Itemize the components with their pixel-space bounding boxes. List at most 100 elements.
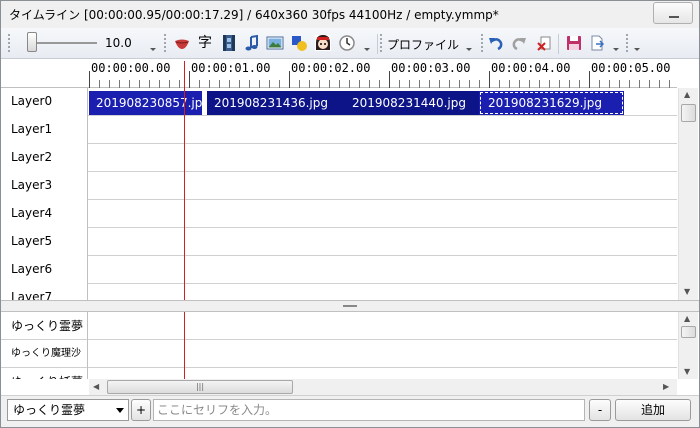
layer-row-7[interactable]: Layer7 — [1, 284, 677, 300]
toolbar-grip-3[interactable] — [379, 33, 383, 53]
bottom-bar: ゆっくり霊夢 + - 追加 — [1, 395, 699, 427]
toolbar-grip-2[interactable] — [163, 33, 167, 53]
voice-row-1[interactable]: ゆっくり魔理沙 — [1, 340, 677, 368]
ruler-minor-tick — [99, 80, 100, 88]
timeline-clip[interactable]: 201908230857.jpg — [89, 91, 202, 115]
toolbar-grip[interactable] — [7, 33, 11, 53]
ruler-minor-tick — [379, 80, 380, 88]
ruler-tick-label: 00:00:02.00 — [291, 61, 371, 75]
layer-label[interactable]: Layer0 — [1, 88, 88, 116]
redo-icon[interactable] — [510, 34, 528, 52]
ruler-minor-tick — [349, 80, 350, 88]
voice-row-2[interactable]: ゆっくり妖夢 — [1, 368, 677, 379]
add-button[interactable]: 追加 — [615, 399, 691, 421]
save-overflow-dropdown[interactable] — [612, 32, 620, 54]
ruler-minor-tick — [219, 80, 220, 88]
add-speaker-button[interactable]: + — [131, 399, 151, 421]
scroll-right-icon[interactable]: ▶ — [663, 382, 669, 392]
layer-label[interactable]: Layer5 — [1, 228, 88, 256]
minus-button[interactable]: - — [589, 399, 611, 421]
tools-overflow-dropdown[interactable] — [363, 32, 371, 54]
ruler-tick-label: 00:00:03.00 — [391, 61, 471, 75]
toolbar-options-dropdown[interactable] — [633, 32, 641, 54]
toolbar-grip-5[interactable] — [625, 33, 629, 53]
profile-overflow-dropdown[interactable] — [465, 32, 473, 54]
layer-row-3[interactable]: Layer3 — [1, 172, 677, 200]
layer-row-4[interactable]: Layer4 — [1, 200, 677, 228]
timeline-clip-selected[interactable]: 201908231629.jpg — [479, 91, 624, 115]
layer-row-5[interactable]: Layer5 — [1, 228, 677, 256]
ruler-minor-tick — [479, 80, 480, 88]
toolbar-grip-4[interactable] — [480, 33, 484, 53]
ruler-major-tick — [189, 71, 190, 88]
serif-input[interactable] — [153, 399, 585, 421]
profile-menu[interactable]: プロファイル — [387, 36, 459, 53]
playhead[interactable] — [184, 61, 185, 300]
voice-vertical-scrollbar[interactable]: ▲ ▼ — [678, 312, 698, 379]
minimize-button[interactable] — [653, 2, 693, 24]
voice-label[interactable]: ゆっくり妖夢 — [1, 368, 88, 379]
undo-icon[interactable] — [487, 34, 505, 52]
text-tool-icon[interactable]: 字 — [196, 34, 214, 52]
scroll-down-icon[interactable]: ▼ — [684, 287, 690, 297]
speaker-select[interactable]: ゆっくり霊夢 — [7, 399, 129, 421]
voice-scroll-up-icon[interactable]: ▲ — [684, 314, 690, 324]
splitter-grip-icon — [343, 305, 357, 307]
character-icon[interactable] — [314, 34, 332, 52]
ruler-minor-tick — [239, 80, 240, 88]
pane-splitter[interactable] — [1, 300, 699, 312]
time-ruler[interactable]: 00:00:00.00 00:00:01.00 00:00:02.00 00:0… — [1, 59, 677, 88]
ruler-minor-tick — [599, 80, 600, 88]
voice-row-0[interactable]: ゆっくり霊夢 — [1, 312, 677, 340]
export-icon[interactable] — [588, 34, 606, 52]
voice-label[interactable]: ゆっくり霊夢 — [1, 312, 88, 340]
lips-icon[interactable] — [173, 34, 191, 52]
ruler-minor-tick — [649, 80, 650, 88]
video-icon[interactable] — [220, 34, 238, 52]
scroll-up-icon[interactable]: ▲ — [684, 90, 690, 100]
ruler-minor-tick — [399, 80, 400, 88]
ruler-major-tick — [489, 71, 490, 88]
save-icon[interactable] — [565, 34, 583, 52]
layer-row-2[interactable]: Layer2 — [1, 144, 677, 172]
ruler-minor-tick — [129, 80, 130, 88]
voice-label[interactable]: ゆっくり魔理沙 — [1, 340, 88, 368]
layer-vertical-scrollbar[interactable]: ▲ ▼ — [678, 88, 698, 300]
ruler-tick-label: 00:00:01.00 — [191, 61, 271, 75]
layer-label[interactable]: Layer2 — [1, 144, 88, 172]
music-note-icon[interactable] — [243, 34, 261, 52]
timeline-clip[interactable]: 201908231436.jpg — [207, 91, 345, 115]
ruler-tick-label: 00:00:04.00 — [491, 61, 571, 75]
clock-icon[interactable] — [338, 34, 356, 52]
shape-icon[interactable] — [290, 34, 308, 52]
layer-label[interactable]: Layer7 — [1, 284, 88, 300]
layer-row-6[interactable]: Layer6 — [1, 256, 677, 284]
voice-scroll-down-icon[interactable]: ▼ — [684, 367, 690, 377]
ruler-major-tick — [289, 71, 290, 88]
ruler-minor-tick — [269, 80, 270, 88]
timeline-clip[interactable]: 201908231440.jpg — [345, 91, 479, 115]
timeline-window: タイムライン [00:00:00.95/00:00:17.29] / 640x3… — [0, 0, 700, 428]
layer-label[interactable]: Layer6 — [1, 256, 88, 284]
zoom-overflow-dropdown[interactable] — [149, 32, 157, 54]
ruler-minor-tick — [569, 80, 570, 88]
layer-scroll-thumb[interactable] — [681, 104, 696, 122]
horizontal-scroll-thumb[interactable]: ||| — [107, 380, 293, 394]
horizontal-scrollbar[interactable]: ◀ ||| ▶ — [89, 379, 677, 395]
scroll-left-icon[interactable]: ◀ — [93, 382, 99, 392]
layer-label[interactable]: Layer1 — [1, 116, 88, 144]
zoom-slider-thumb[interactable] — [27, 32, 37, 52]
speaker-select-value: ゆっくり霊夢 — [13, 403, 86, 417]
ruler-minor-tick — [629, 80, 630, 88]
ruler-minor-tick — [609, 80, 610, 88]
ruler-minor-tick — [199, 80, 200, 88]
layer-row-1[interactable]: Layer1 — [1, 116, 677, 144]
layer-label[interactable]: Layer4 — [1, 200, 88, 228]
image-icon[interactable] — [266, 34, 284, 52]
voice-scroll-thumb[interactable] — [681, 326, 696, 338]
zoom-slider-track[interactable] — [27, 42, 97, 44]
ruler-major-tick — [89, 71, 90, 88]
delete-icon[interactable] — [536, 34, 554, 52]
layer-label[interactable]: Layer3 — [1, 172, 88, 200]
ruler-minor-tick — [369, 80, 370, 88]
